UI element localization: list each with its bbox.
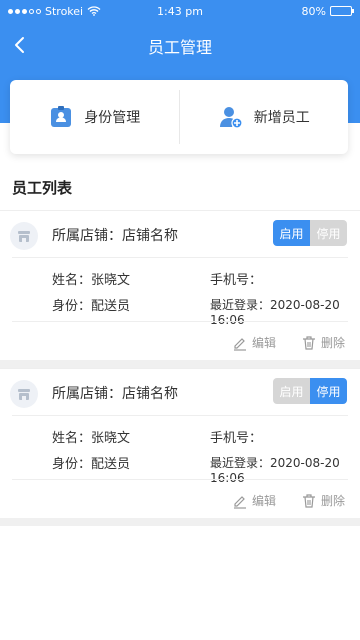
- employee-phone: 手机号：: [210, 273, 263, 288]
- divider: [12, 257, 348, 258]
- divider: [12, 479, 348, 480]
- navigation-bar: 员工管理: [0, 22, 360, 68]
- edit-label: 编辑: [252, 494, 277, 508]
- store-icon: [18, 389, 30, 400]
- id-badge-icon: [51, 106, 72, 127]
- divider: [12, 321, 348, 322]
- delete-label: 删除: [321, 336, 346, 350]
- divider: [12, 415, 348, 416]
- status-time: 1:43 pm: [157, 5, 203, 18]
- edit-icon: [234, 337, 246, 351]
- top-action-card: 身份管理 新增员工: [10, 80, 348, 154]
- enable-option[interactable]: 启用: [273, 378, 310, 404]
- employee-phone: 手机号：: [210, 431, 263, 446]
- edit-button[interactable]: 编辑: [232, 492, 276, 509]
- delete-button[interactable]: 删除: [301, 334, 345, 351]
- employee-card: 所属店铺：店铺名称 启用 停用 姓名：张晓文 手机号： 身份：配送员 最近登录：…: [0, 368, 360, 518]
- status-toggle[interactable]: 启用 停用: [273, 220, 347, 246]
- identity-management-label: 身份管理: [84, 110, 141, 126]
- status-bar: Strokei 1:43 pm 80%: [0, 0, 360, 22]
- disable-option[interactable]: 停用: [310, 378, 347, 404]
- page-title: 员工管理: [147, 38, 212, 57]
- last-login: 最近登录：2020-08-20 16:06: [210, 456, 340, 485]
- add-employee-label: 新增员工: [253, 110, 310, 126]
- employee-list-title: 员工列表: [12, 179, 73, 197]
- add-user-icon: [219, 107, 243, 129]
- store-avatar: [10, 380, 38, 408]
- employee-name: 姓名：张晓文: [52, 431, 131, 446]
- store-avatar: [10, 222, 38, 250]
- edit-label: 编辑: [252, 336, 277, 350]
- employee-role: 身份：配送员: [52, 299, 131, 314]
- battery-icon: [330, 6, 354, 16]
- trash-icon: [303, 493, 315, 508]
- last-login: 最近登录：2020-08-20 16:06: [210, 298, 340, 327]
- trash-icon: [303, 335, 315, 350]
- identity-management-button[interactable]: 身份管理: [10, 80, 179, 154]
- store-name: 所属店铺：店铺名称: [52, 386, 178, 402]
- store-name: 所属店铺：店铺名称: [52, 228, 178, 244]
- delete-label: 删除: [321, 494, 346, 508]
- employee-role: 身份：配送员: [52, 457, 131, 472]
- enable-option[interactable]: 启用: [273, 220, 310, 246]
- delete-button[interactable]: 删除: [301, 492, 345, 509]
- disable-option[interactable]: 停用: [310, 220, 347, 246]
- edit-button[interactable]: 编辑: [232, 334, 276, 351]
- store-icon: [18, 231, 30, 242]
- card-separator: [0, 360, 360, 368]
- status-toggle[interactable]: 启用 停用: [273, 378, 347, 404]
- employee-name: 姓名：张晓文: [52, 273, 131, 288]
- add-employee-button[interactable]: 新增员工: [180, 80, 349, 154]
- employee-card: 所属店铺：店铺名称 启用 停用 姓名：张晓文 手机号： 身份：配送员 最近登录：…: [0, 210, 360, 360]
- card-separator: [0, 518, 360, 526]
- edit-icon: [234, 495, 246, 509]
